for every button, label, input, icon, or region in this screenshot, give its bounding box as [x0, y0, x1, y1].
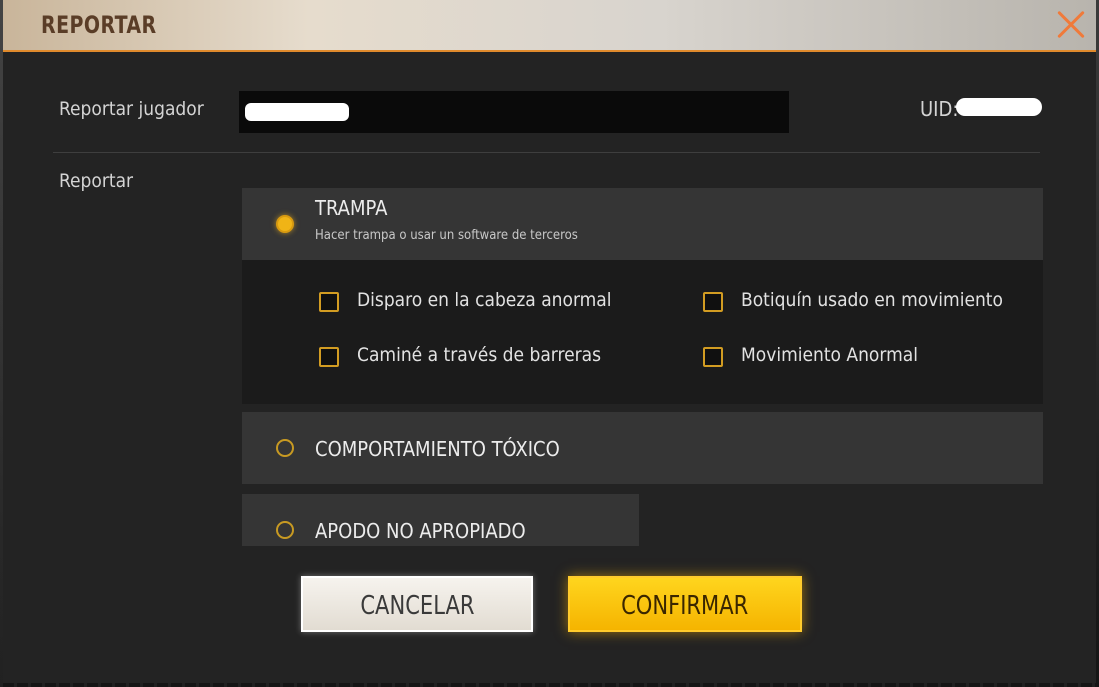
cancel-label: CANCELAR [359, 591, 475, 621]
confirm-label: CONFIRMAR [621, 591, 749, 621]
trampa-sub-options: Disparo en la cabeza anormal Botiquín us… [242, 260, 1043, 404]
report-section-label: Reportar [59, 170, 134, 192]
dialog-titlebar: REPORTAR [3, 0, 1096, 52]
option-description: Hacer trampa o usar un software de terce… [315, 228, 578, 243]
dialog-title: REPORTAR [41, 11, 157, 39]
checkbox-icon[interactable] [703, 292, 723, 312]
confirm-button[interactable]: CONFIRMAR [568, 576, 802, 632]
uid-label: UID: [920, 97, 959, 121]
radio-unselected-icon[interactable] [276, 521, 294, 539]
option-inappropriate-nickname[interactable]: APODO NO APROPIADO [242, 494, 639, 546]
report-options-list[interactable]: TRAMPA Hacer trampa o usar un software d… [242, 188, 1043, 546]
checkbox-icon[interactable] [319, 347, 339, 367]
report-dialog: REPORTAR Reportar jugador UID: Reportar … [3, 0, 1096, 683]
checkbox-icon[interactable] [703, 347, 723, 367]
redacted-uid [956, 98, 1042, 116]
checkbox-label: Movimiento Anormal [741, 344, 918, 366]
checkbox-label: Botiquín usado en movimiento [741, 289, 1003, 311]
radio-selected-icon[interactable] [276, 215, 294, 233]
checkbox-label: Caminé a través de barreras [357, 344, 602, 366]
player-name-field [239, 91, 789, 133]
option-title: COMPORTAMIENTO TÓXICO [315, 437, 560, 461]
close-x-icon[interactable] [1056, 10, 1086, 40]
option-trampa[interactable]: TRAMPA Hacer trampa o usar un software d… [242, 188, 1043, 260]
option-title: TRAMPA [315, 196, 388, 220]
checkbox-label: Disparo en la cabeza anormal [357, 289, 612, 311]
radio-unselected-icon[interactable] [276, 439, 294, 457]
report-player-label: Reportar jugador [59, 98, 204, 120]
checkbox-icon[interactable] [319, 292, 339, 312]
option-toxic-behavior[interactable]: COMPORTAMIENTO TÓXICO [242, 412, 1043, 484]
redacted-player-name [245, 103, 349, 121]
option-title: APODO NO APROPIADO [315, 519, 526, 543]
section-divider [53, 152, 1040, 153]
cancel-button[interactable]: CANCELAR [301, 576, 533, 632]
